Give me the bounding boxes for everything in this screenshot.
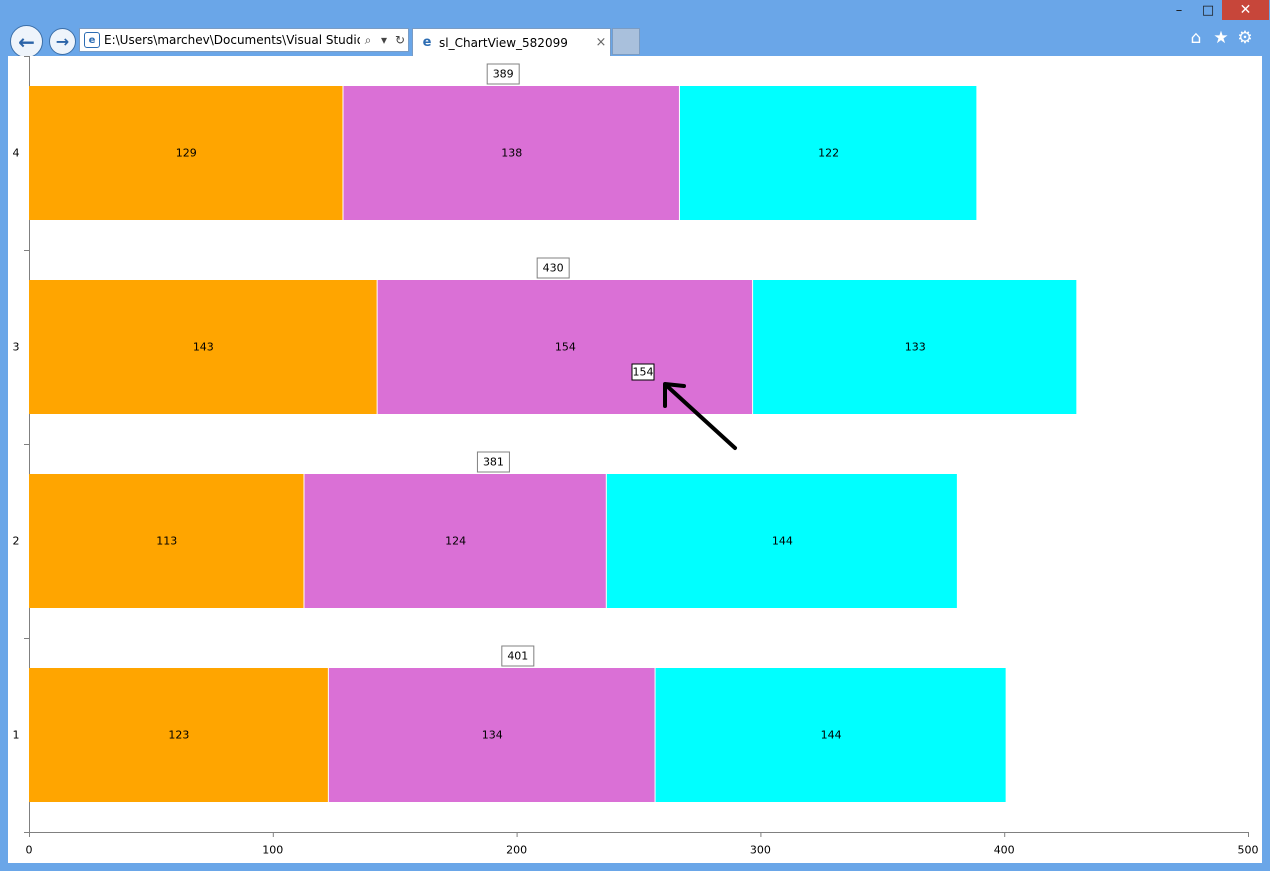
tab-chartview[interactable]: e sl_ChartView_582099 × [412, 28, 611, 56]
bar-value-label: 138 [501, 147, 522, 160]
total-label: 381 [483, 456, 504, 469]
bar-value-label: 134 [482, 729, 503, 742]
y-tick-label: 4 [13, 147, 20, 160]
total-label: 389 [493, 68, 514, 81]
bar-value-label: 124 [445, 535, 466, 548]
y-tick-label: 3 [13, 341, 20, 354]
new-tab-button[interactable] [612, 28, 640, 55]
bar-value-label: 123 [168, 729, 189, 742]
address-input[interactable]: E:\Users\marchev\Documents\Visual Studio… [104, 33, 360, 47]
page-icon: e [84, 32, 100, 48]
y-tick-label: 1 [13, 729, 20, 742]
total-label: 401 [507, 650, 528, 663]
x-tick-label: 0 [26, 844, 33, 857]
ie-page-icon: e [422, 35, 432, 50]
home-icon[interactable]: ⌂ [1186, 28, 1206, 48]
bar-value-label: 113 [156, 535, 177, 548]
stacked-bar-chart: 0 100 200 300 400 5001234123 134 144401113 124 14… [13, 56, 1259, 857]
x-tick-label: 200 [506, 844, 527, 857]
favorites-icon[interactable]: ★ [1211, 28, 1231, 48]
forward-button[interactable]: → [49, 28, 76, 55]
refresh-icon[interactable]: ↻ [392, 33, 408, 47]
bar-value-label: 129 [176, 147, 197, 160]
back-arrow-icon: ← [18, 29, 35, 54]
total-label: 430 [543, 262, 564, 275]
search-icon[interactable]: ⌕ [360, 33, 376, 48]
gear-icon[interactable]: ⚙ [1235, 28, 1255, 48]
back-button[interactable]: ← [10, 25, 43, 58]
x-tick-label: 400 [994, 844, 1015, 857]
bar-value-label: 144 [772, 535, 793, 548]
bar-value-label: 143 [193, 341, 214, 354]
maximize-button[interactable]: □ [1194, 0, 1222, 20]
misplaced-value-label: 154 [633, 366, 654, 379]
x-tick-label: 500 [1238, 844, 1259, 857]
tab-close-icon[interactable]: × [592, 35, 610, 50]
tab-title: sl_ChartView_582099 [439, 35, 568, 50]
bar-value-label: 133 [905, 341, 926, 354]
bar-value-label: 144 [821, 729, 842, 742]
x-tick-label: 100 [262, 844, 283, 857]
x-tick-label: 300 [750, 844, 771, 857]
dropdown-icon[interactable]: ▾ [376, 33, 392, 47]
bar-value-label: 122 [818, 147, 839, 160]
address-bar[interactable]: e E:\Users\marchev\Documents\Visual Stud… [79, 28, 409, 52]
y-tick-label: 2 [13, 535, 20, 548]
forward-arrow-icon: → [55, 32, 70, 51]
minimize-button[interactable]: – [1164, 0, 1194, 20]
page-content: 0 100 200 300 400 500 1 2 3 4 123 134 144 401 113 124 14… [8, 56, 1262, 863]
close-button[interactable]: ✕ [1222, 0, 1269, 20]
window-titlebar: – □ ✕ ← → e E:\Users\marchev\Documents\V… [0, 0, 1270, 58]
bar-value-label: 154 [555, 341, 576, 354]
